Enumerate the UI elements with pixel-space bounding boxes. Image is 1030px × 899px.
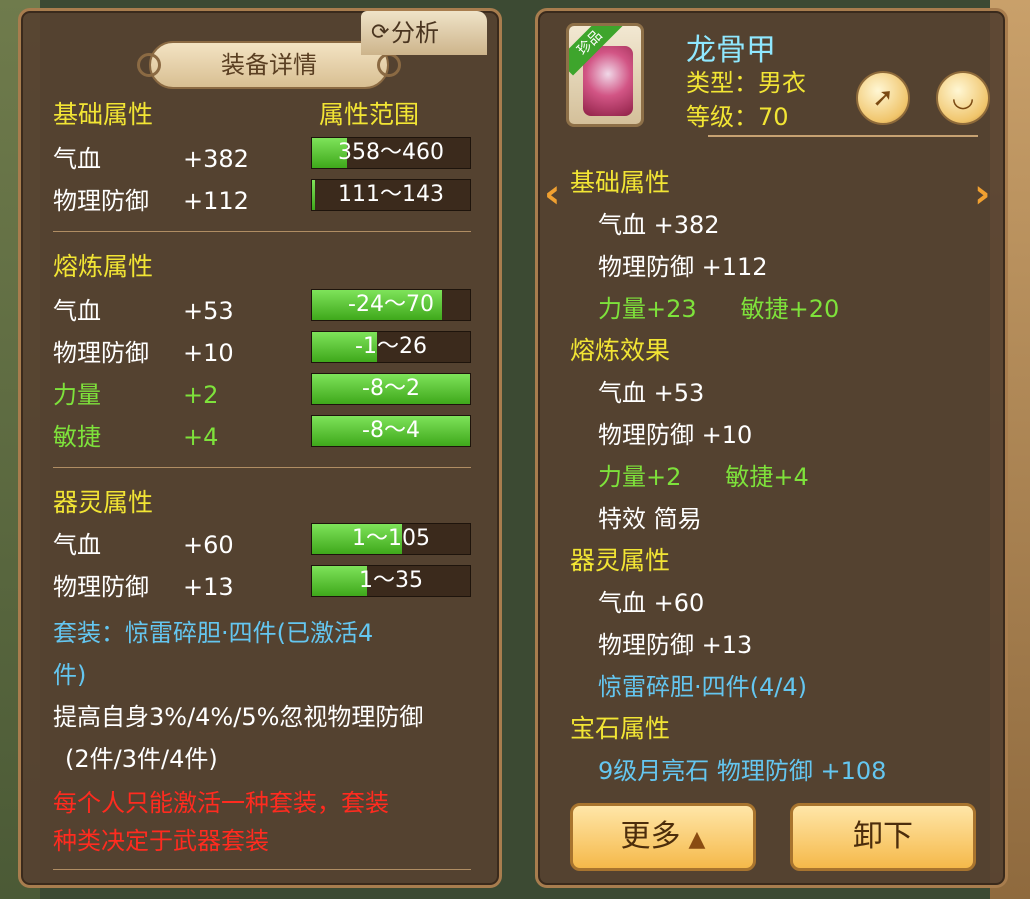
range-bar: 1～35 bbox=[311, 565, 471, 597]
ornament-icon bbox=[377, 53, 401, 77]
refine-effect-header: 熔炼效果 bbox=[570, 336, 671, 365]
gem-attr-header: 宝石属性 bbox=[570, 714, 671, 743]
range-bar: 1～105 bbox=[311, 523, 471, 555]
prev-arrow-icon[interactable]: ‹ bbox=[544, 171, 560, 217]
range-bar: 358～460 bbox=[311, 137, 471, 169]
warning-line: 种类决定于武器套装 bbox=[53, 827, 269, 855]
range-bar: -8～4 bbox=[311, 415, 471, 447]
set-desc-line: 提高自身3%/4%/5%忽视物理防御 bbox=[53, 703, 424, 731]
refresh-icon: ⟳ bbox=[371, 20, 390, 45]
stat-line: 气血 +60 bbox=[598, 589, 705, 617]
warning-line: 每个人只能激活一种套装，套装 bbox=[53, 789, 389, 817]
stat-line: 力量+2 敏捷+4 bbox=[598, 463, 809, 491]
refine-hp-row: 气血 +53 bbox=[53, 297, 234, 325]
equipment-detail-panel: 装备详情 ⟳ 分析 基础属性 属性范围 气血 +382 358～460 物理防御 +… bbox=[18, 8, 502, 888]
spirit-attr-header: 器灵属性 bbox=[570, 546, 671, 575]
stat-line: 物理防御 +10 bbox=[598, 421, 753, 449]
panel-title-plate: 装备详情 bbox=[137, 41, 401, 89]
range-text: -8～2 bbox=[362, 376, 420, 401]
set-info-line: 件) bbox=[53, 661, 87, 689]
set-desc-line: (2件/3件/4件) bbox=[65, 745, 218, 773]
base-hp-row: 气血 +382 bbox=[53, 145, 249, 173]
item-tooltip-panel: 珍品 龙骨甲 类型：男衣 等级：70 ➚ ◡ ‹ › 基础属性 气血 +382 … bbox=[535, 8, 1008, 888]
ornament-icon bbox=[137, 53, 161, 77]
base-attr-header: 基础属性 bbox=[570, 168, 671, 197]
stat-line: 力量+23 敏捷+20 bbox=[598, 295, 840, 323]
item-type: 类型：男衣 bbox=[686, 69, 806, 97]
range-bar: -8～2 bbox=[311, 373, 471, 405]
range-bar: -1～26 bbox=[311, 331, 471, 363]
more-label: 更多 bbox=[620, 819, 681, 854]
spirit-attr-header: 器灵属性 bbox=[53, 488, 154, 517]
eye-icon: ◡ bbox=[951, 83, 975, 113]
base-def-row: 物理防御 +112 bbox=[53, 187, 249, 215]
unequip-button[interactable]: 卸下 bbox=[790, 803, 976, 871]
hide-button[interactable]: ◡ bbox=[936, 71, 990, 125]
set-info-line: 套装：惊雷碎胆·四件(已激活4 bbox=[53, 619, 374, 647]
refine-attr-header: 熔炼属性 bbox=[53, 252, 154, 281]
divider bbox=[53, 467, 471, 468]
range-header: 属性范围 bbox=[319, 100, 420, 129]
range-text: 111～143 bbox=[338, 182, 444, 207]
refine-str-row: 力量 +2 bbox=[53, 381, 219, 409]
range-text: 358～460 bbox=[338, 140, 444, 165]
gem-line: 9级月亮石 物理防御 +108 bbox=[598, 757, 887, 785]
stat-line: 气血 +382 bbox=[598, 211, 720, 239]
analyze-label: 分析 bbox=[391, 19, 439, 47]
range-bar: -24～70 bbox=[311, 289, 471, 321]
range-text: -1～26 bbox=[355, 334, 427, 359]
refine-agi-row: 敏捷 +4 bbox=[53, 423, 219, 451]
divider bbox=[53, 231, 471, 232]
divider bbox=[53, 869, 471, 870]
analyze-button[interactable]: ⟳ 分析 bbox=[361, 11, 487, 55]
share-button[interactable]: ➚ bbox=[856, 71, 910, 125]
range-text: -8～4 bbox=[362, 418, 420, 443]
item-level: 等级：70 bbox=[686, 103, 789, 131]
more-button[interactable]: 更多 ▲ bbox=[570, 803, 756, 871]
divider bbox=[708, 135, 978, 137]
stat-line: 气血 +53 bbox=[598, 379, 705, 407]
base-attr-header: 基础属性 bbox=[53, 100, 154, 129]
effect-line: 特效 简易 bbox=[598, 505, 702, 533]
range-text: 1～105 bbox=[352, 526, 430, 551]
range-text: -24～70 bbox=[348, 292, 434, 317]
unequip-label: 卸下 bbox=[853, 819, 913, 854]
range-bar: 111～143 bbox=[311, 179, 471, 211]
stat-line: 物理防御 +112 bbox=[598, 253, 768, 281]
spirit-def-row: 物理防御 +13 bbox=[53, 573, 234, 601]
next-arrow-icon[interactable]: › bbox=[974, 171, 990, 217]
item-icon-frame[interactable]: 珍品 bbox=[566, 23, 644, 127]
range-text: 1～35 bbox=[359, 568, 423, 593]
set-progress-line: 惊雷碎胆·四件(4/4) bbox=[598, 673, 807, 701]
spirit-hp-row: 气血 +60 bbox=[53, 531, 234, 559]
refine-def-row: 物理防御 +10 bbox=[53, 339, 234, 367]
panel-title: 装备详情 bbox=[221, 51, 317, 79]
chevron-up-icon: ▲ bbox=[688, 827, 706, 852]
share-icon: ➚ bbox=[872, 83, 894, 113]
stat-line: 物理防御 +13 bbox=[598, 631, 753, 659]
